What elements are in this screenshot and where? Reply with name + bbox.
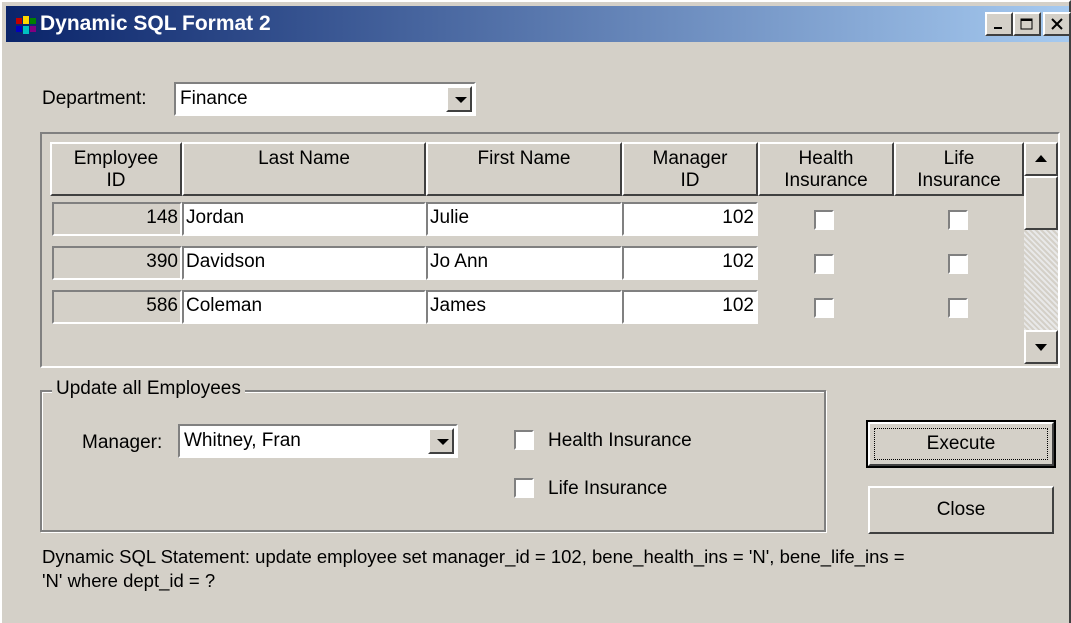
chevron-down-icon bbox=[437, 439, 449, 445]
column-header-last-name[interactable]: Last Name bbox=[182, 142, 426, 196]
manager-dropdown-button[interactable] bbox=[428, 428, 454, 454]
life-insurance-checkbox[interactable] bbox=[948, 210, 968, 230]
first-name-cell[interactable]: Julie bbox=[426, 202, 622, 236]
department-dropdown[interactable]: Finance bbox=[174, 82, 476, 116]
app-icon bbox=[16, 16, 36, 34]
arrow-up-icon bbox=[1035, 155, 1047, 162]
column-header-health-insurance[interactable]: Health Insurance bbox=[758, 142, 894, 196]
health-insurance-checkbox[interactable] bbox=[814, 298, 834, 318]
sql-statement-line1: Dynamic SQL Statement: update employee s… bbox=[42, 546, 905, 567]
scroll-up-button[interactable] bbox=[1024, 142, 1058, 176]
column-header-line: ID bbox=[680, 170, 700, 191]
employee-id-cell: 586 bbox=[52, 290, 182, 324]
sql-statement-line2: 'N' where dept_id = ? bbox=[42, 570, 216, 591]
maximize-button[interactable] bbox=[1013, 12, 1041, 36]
title-bar[interactable]: Dynamic SQL Format 2 bbox=[6, 6, 1071, 42]
close-window-button[interactable] bbox=[1043, 12, 1071, 36]
dialog-window: Dynamic SQL Format 2 Department: Finance… bbox=[0, 0, 1071, 623]
column-header-life-insurance[interactable]: Life Insurance bbox=[894, 142, 1024, 196]
arrow-down-icon bbox=[1035, 344, 1047, 351]
column-header-employee-id[interactable]: Employee ID bbox=[50, 142, 182, 196]
column-header-line: Employee bbox=[73, 148, 159, 169]
column-header-first-name[interactable]: First Name bbox=[426, 142, 622, 196]
scroll-thumb[interactable] bbox=[1024, 176, 1058, 230]
update-life-insurance-checkbox[interactable] bbox=[514, 478, 534, 498]
department-dropdown-button[interactable] bbox=[446, 86, 472, 112]
last-name-cell[interactable]: Davidson bbox=[182, 246, 426, 280]
close-icon bbox=[1051, 18, 1063, 30]
minimize-icon bbox=[994, 27, 1002, 29]
scroll-down-button[interactable] bbox=[1024, 330, 1058, 364]
window-title: Dynamic SQL Format 2 bbox=[40, 12, 271, 35]
column-header-line: Insurance bbox=[917, 170, 1001, 191]
chevron-down-icon bbox=[455, 97, 467, 103]
first-name-cell[interactable]: James bbox=[426, 290, 622, 324]
manager-id-cell[interactable]: 102 bbox=[622, 202, 758, 236]
first-name-cell[interactable]: Jo Ann bbox=[426, 246, 622, 280]
column-header-line: First Name bbox=[477, 148, 571, 169]
health-insurance-checkbox[interactable] bbox=[814, 210, 834, 230]
column-header-line: Life bbox=[943, 148, 975, 169]
last-name-cell[interactable]: Jordan bbox=[182, 202, 426, 236]
health-insurance-checkbox[interactable] bbox=[814, 254, 834, 274]
minimize-button[interactable] bbox=[985, 12, 1013, 36]
column-header-line: Last Name bbox=[258, 148, 350, 169]
manager-label: Manager: bbox=[82, 432, 163, 453]
employee-grid[interactable]: Employee ID Last Name First Name Manager… bbox=[40, 132, 1060, 368]
column-header-line: ID bbox=[106, 170, 126, 191]
column-header-line: Health bbox=[798, 148, 854, 169]
update-health-insurance-checkbox[interactable] bbox=[514, 430, 534, 450]
update-all-employees-group bbox=[40, 390, 826, 532]
execute-button-label: Execute bbox=[926, 433, 996, 454]
update-life-insurance-label[interactable]: Life Insurance bbox=[548, 478, 667, 500]
manager-id-cell[interactable]: 102 bbox=[622, 290, 758, 324]
column-header-manager-id[interactable]: Manager ID bbox=[622, 142, 758, 196]
life-insurance-checkbox[interactable] bbox=[948, 298, 968, 318]
employee-id-cell: 148 bbox=[52, 202, 182, 236]
vertical-scrollbar[interactable] bbox=[1024, 142, 1058, 364]
manager-id-cell[interactable]: 102 bbox=[622, 246, 758, 280]
group-title: Update all Employees bbox=[52, 378, 245, 400]
column-header-line: Insurance bbox=[784, 170, 868, 191]
department-value: Finance bbox=[180, 88, 248, 109]
life-insurance-checkbox[interactable] bbox=[948, 254, 968, 274]
close-button-label: Close bbox=[936, 499, 986, 520]
manager-dropdown[interactable]: Whitney, Fran bbox=[178, 424, 458, 458]
execute-button[interactable]: Execute bbox=[866, 420, 1056, 468]
department-label: Department: bbox=[42, 88, 147, 109]
close-button[interactable]: Close bbox=[868, 486, 1054, 534]
maximize-icon bbox=[1020, 18, 1033, 30]
last-name-cell[interactable]: Coleman bbox=[182, 290, 426, 324]
column-header-line: Manager bbox=[652, 148, 728, 169]
update-health-insurance-label[interactable]: Health Insurance bbox=[548, 430, 692, 452]
manager-value: Whitney, Fran bbox=[184, 430, 301, 451]
employee-id-cell: 390 bbox=[52, 246, 182, 280]
